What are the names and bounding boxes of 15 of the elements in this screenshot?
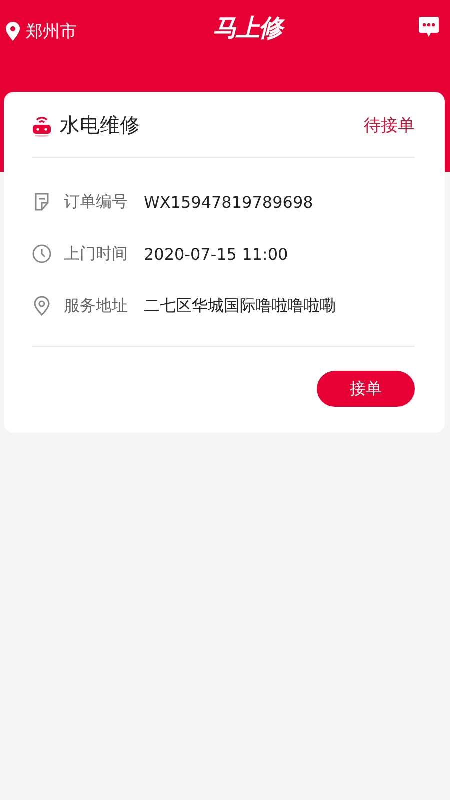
field-value: WX15947819789698: [144, 192, 314, 212]
location-pin-icon: [6, 22, 20, 41]
city-name[interactable]: 郑州市: [26, 20, 77, 43]
chat-icon[interactable]: [418, 16, 440, 38]
field-value: 二七区华城国际噜啦噜啦嘞: [144, 296, 336, 316]
accept-order-button[interactable]: 接单: [317, 371, 415, 407]
service-title: 水电维修: [60, 112, 140, 139]
field-value: 2020-07-15 11:00: [144, 244, 288, 264]
clock-icon: [32, 244, 52, 264]
field-label: 服务地址: [64, 296, 128, 316]
field-label: 订单编号: [64, 192, 128, 212]
order-status: 待接单: [364, 115, 415, 137]
robot-icon: [32, 114, 52, 136]
location-pin-icon: [32, 296, 52, 316]
field-label: 上门时间: [64, 244, 128, 264]
